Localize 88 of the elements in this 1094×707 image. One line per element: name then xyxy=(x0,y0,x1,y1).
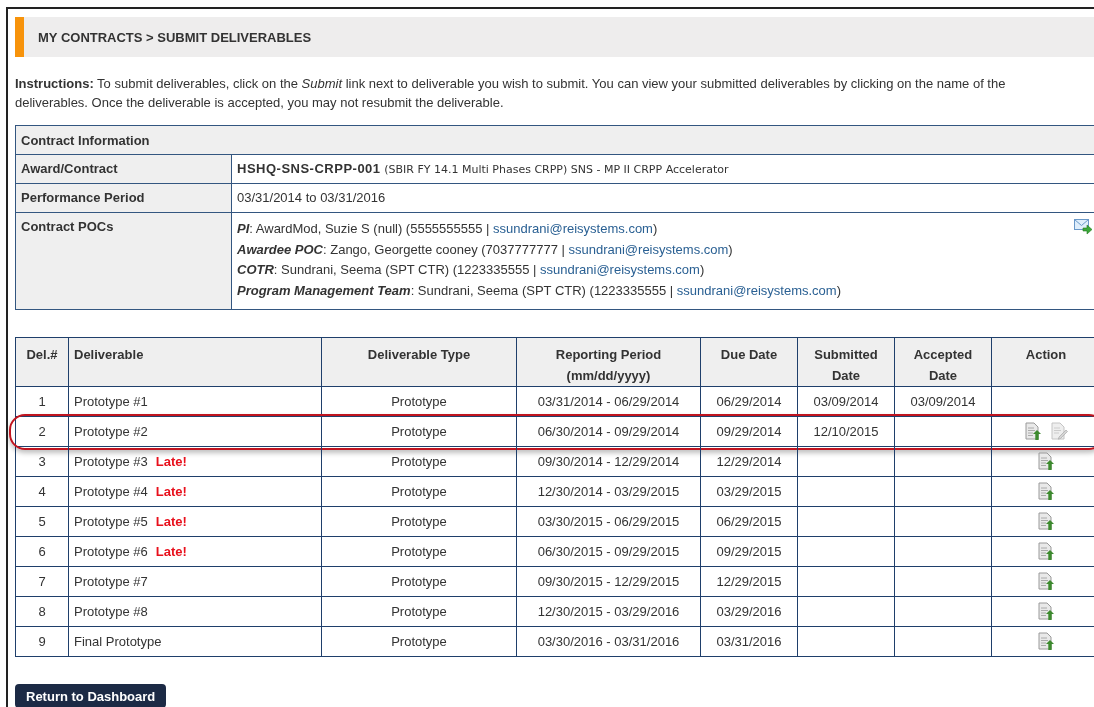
poc-line: COTR: Sundrani, Seema (SPT CTR) (1223335555 | ssundrani@reisystems.com) xyxy=(237,261,706,279)
table-cell: 4 xyxy=(16,477,69,507)
table-cell: 7 xyxy=(16,567,69,597)
column-header: Action xyxy=(992,338,1094,387)
deliverable-link[interactable]: Prototype #3 xyxy=(74,454,148,469)
poc-line: Awardee POC: Zango, Georgette cooney (7037777777 | ssundrani@reisystems.com) xyxy=(237,240,734,259)
section-header: Contract Information xyxy=(16,126,1094,154)
upload-icon[interactable] xyxy=(1037,512,1055,531)
table-cell: 6 xyxy=(16,537,69,567)
table-cell: 09/29/2014 xyxy=(701,417,798,447)
table-cell: 06/29/2014 xyxy=(701,387,798,417)
deliverable-link[interactable]: Prototype #4 xyxy=(74,484,148,499)
column-header: Del.# xyxy=(16,338,69,387)
table-cell: 06/29/2015 xyxy=(701,507,798,537)
table-cell: 03/31/2016 xyxy=(701,627,798,657)
table-cell: Prototype xyxy=(322,477,517,507)
accent-bar xyxy=(15,17,24,57)
table-cell: 3 xyxy=(16,447,69,477)
upload-icon[interactable] xyxy=(1037,542,1055,561)
poc-line: Program Management Team: Sundrani, Seema (SPT CTR) (1223335555 | ssundrani@reisystems.com) xyxy=(237,281,841,300)
table-cell: 12/30/2015 - 03/29/2016 xyxy=(517,597,701,627)
upload-icon[interactable] xyxy=(1024,422,1042,441)
table-cell: 12/29/2015 xyxy=(701,567,798,597)
column-header: Deliverable Type xyxy=(322,338,517,387)
table-cell: Prototype xyxy=(322,417,517,447)
field-label: Contract POCs xyxy=(16,213,232,309)
upload-icon[interactable] xyxy=(1037,602,1055,621)
table-cell: 03/09/2014 xyxy=(895,387,992,417)
email-link[interactable]: ssundrani@reisystems.com xyxy=(568,241,729,257)
column-header: Accepted Date xyxy=(895,338,992,387)
deliverable-link[interactable]: Final Prototype xyxy=(74,634,162,649)
table-cell: 12/30/2014 - 03/29/2015 xyxy=(517,477,701,507)
instructions-text: Instructions: To submit deliverables, click on the Submit link next to deliverable you wish to submit. You can view your submitted deliverables by clicking on the name of the deliverables. Once the deliverable is accepted, you may not resubmit the deliverable. xyxy=(15,75,1007,112)
table-cell: 8 xyxy=(16,597,69,627)
table-cell: 03/09/2014 xyxy=(798,387,895,417)
table-cell: Prototype xyxy=(322,387,517,417)
deliverable-link[interactable]: Prototype #2 xyxy=(74,424,148,439)
table-cell: Prototype xyxy=(322,627,517,657)
table-cell: Prototype xyxy=(322,507,517,537)
column-header: Submitted Date xyxy=(798,338,895,387)
deliverable-link[interactable]: Prototype #8 xyxy=(74,604,148,619)
late-label: Late! xyxy=(155,514,187,529)
table-cell: 03/29/2015 xyxy=(701,477,798,507)
field-label: Performance Period xyxy=(16,184,232,212)
table-cell: 03/30/2015 - 06/29/2015 xyxy=(517,507,701,537)
upload-icon[interactable] xyxy=(1037,452,1055,471)
performance-period: 03/31/2014 to 03/31/2016 xyxy=(236,189,387,207)
table-cell: 06/30/2015 - 09/29/2015 xyxy=(517,537,701,567)
table-cell: 9 xyxy=(16,627,69,657)
late-label: Late! xyxy=(155,484,187,499)
deliverable-link[interactable]: Prototype #6 xyxy=(74,544,148,559)
table-cell: Prototype xyxy=(322,537,517,567)
table-cell: 09/29/2015 xyxy=(701,537,798,567)
table-cell: 5 xyxy=(16,507,69,537)
email-link[interactable]: ssundrani@reisystems.com xyxy=(493,221,653,236)
award-title: (SBIR FY 14.1 Multi Phases CRPP) SNS - MP II CRPP Accelerator xyxy=(384,163,729,176)
column-header: Deliverable xyxy=(69,338,322,387)
email-link[interactable]: ssundrani@reisystems.com xyxy=(676,282,837,298)
upload-icon[interactable] xyxy=(1037,572,1055,591)
upload-icon[interactable] xyxy=(1037,632,1055,651)
deliverable-link[interactable]: Prototype #5 xyxy=(74,514,148,529)
deliverable-link[interactable]: Prototype #1 xyxy=(74,394,148,409)
late-label: Late! xyxy=(155,454,187,469)
column-header: Due Date xyxy=(701,338,798,387)
award-number: HSHQ-SNS-CRPP-001 xyxy=(237,161,381,176)
table-cell: Prototype xyxy=(322,567,517,597)
poc-line: PI: AwardMod, Suzie S (null) (5555555555 | ssundrani@reisystems.com) xyxy=(237,220,659,238)
breadcrumb: MY CONTRACTS > SUBMIT DELIVERABLES xyxy=(38,29,312,45)
table-cell: Prototype xyxy=(322,597,517,627)
table-cell: 12/10/2015 xyxy=(798,417,895,447)
deliverable-link[interactable]: Prototype #7 xyxy=(74,574,148,589)
table-cell: 09/30/2015 - 12/29/2015 xyxy=(517,567,701,597)
late-label: Late! xyxy=(155,544,187,559)
table-cell: 09/30/2014 - 12/29/2014 xyxy=(517,447,701,477)
table-cell: 1 xyxy=(16,387,69,417)
table-cell: 03/31/2014 - 06/29/2014 xyxy=(517,387,701,417)
table-cell: 12/29/2014 xyxy=(701,447,798,477)
email-link[interactable]: ssundrani@reisystems.com xyxy=(540,262,700,277)
table-cell: 2 xyxy=(16,417,69,447)
field-label: Award/Contract xyxy=(16,155,232,183)
table-cell: 03/30/2016 - 03/31/2016 xyxy=(517,627,701,657)
return-to-dashboard-button[interactable]: Return to Dashboard xyxy=(15,684,167,707)
table-cell: 06/30/2014 - 09/29/2014 xyxy=(517,417,701,447)
table-cell: 03/29/2016 xyxy=(701,597,798,627)
upload-icon[interactable] xyxy=(1037,482,1055,501)
table-cell: Prototype xyxy=(322,447,517,477)
send-email-icon[interactable] xyxy=(1074,219,1092,235)
column-header: Reporting Period (mm/dd/yyyy) xyxy=(517,338,701,387)
